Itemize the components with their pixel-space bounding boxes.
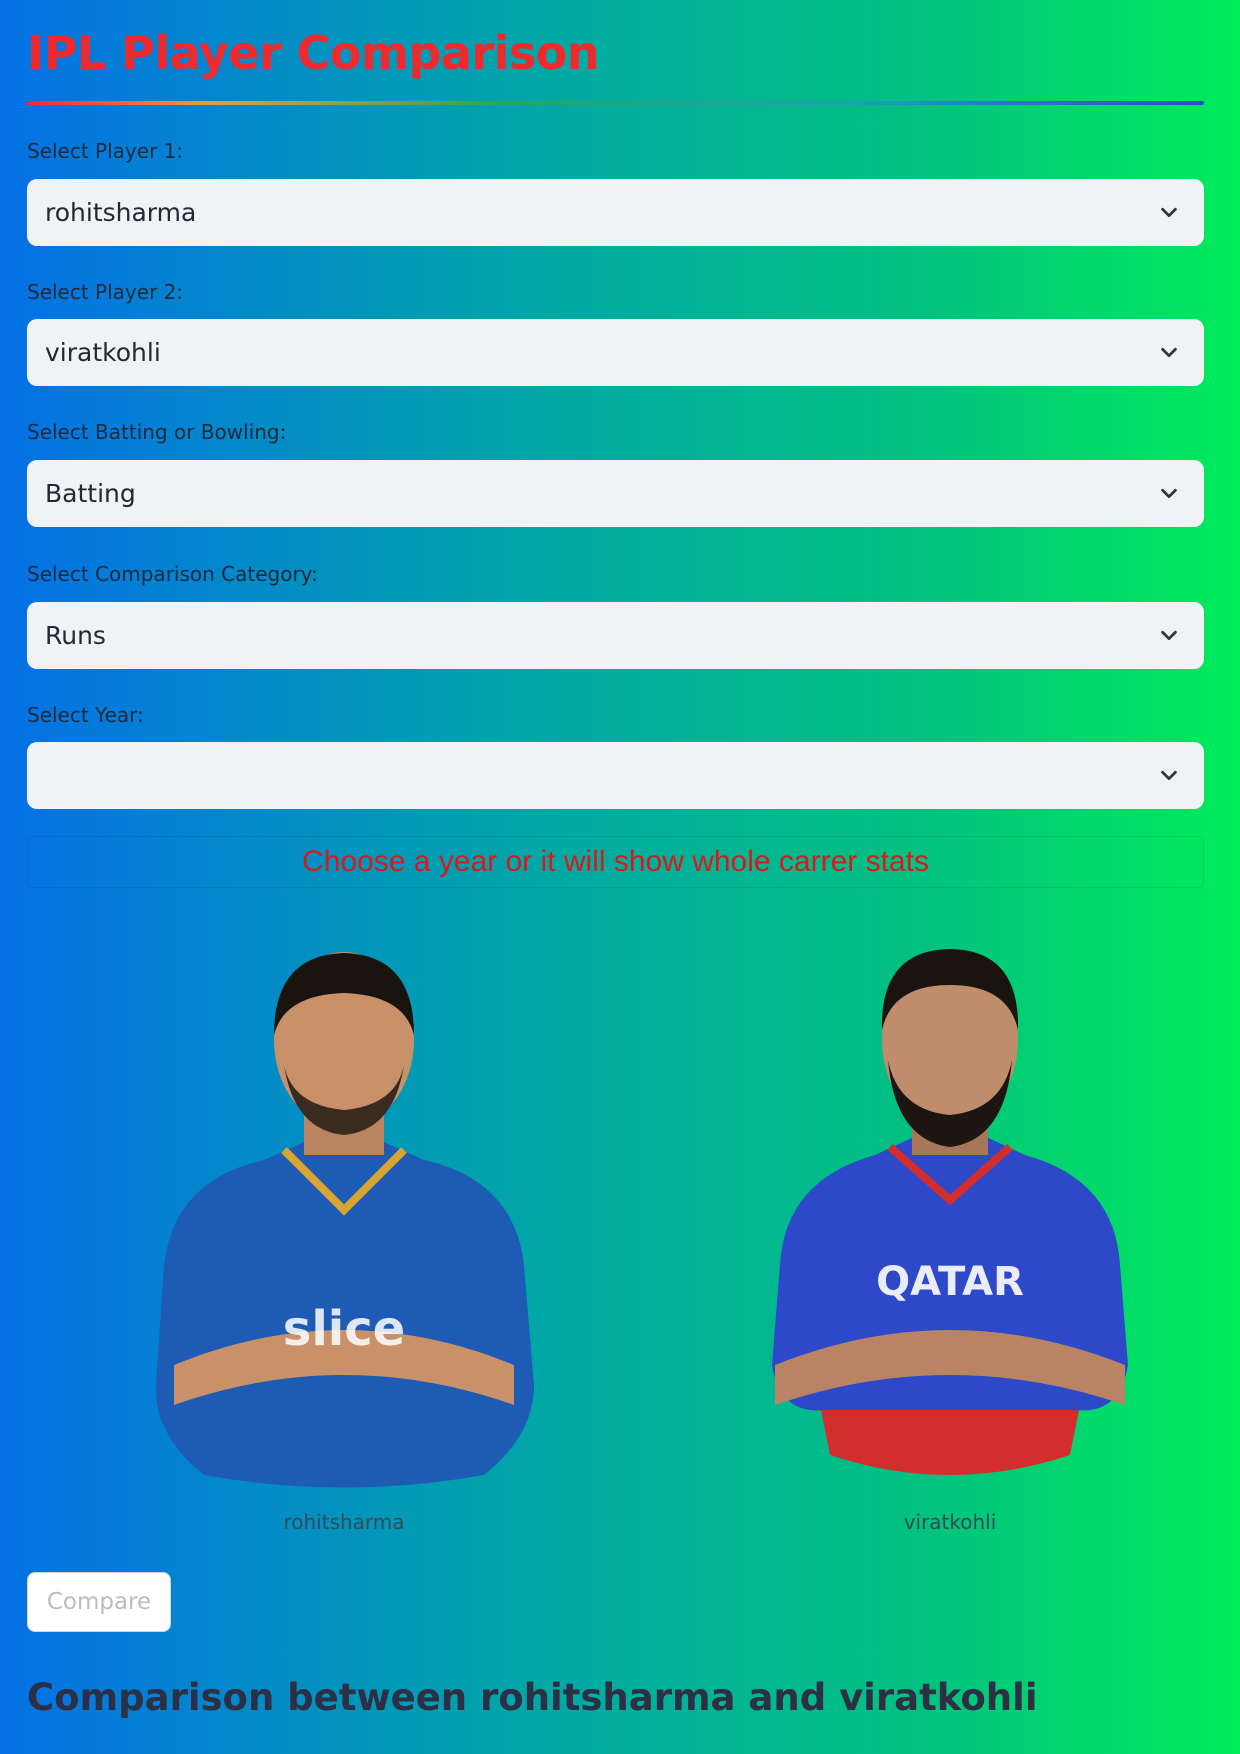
category-select[interactable]: Runs [27,602,1204,669]
player2-label: Select Player 2: [27,280,184,304]
player1-photo: slice [155,952,534,1488]
svg-text:slice: slice [283,1301,405,1357]
player1-caption: rohitsharma [283,1510,405,1534]
player2-value: viratkohli [45,338,161,367]
results-heading: Comparison between rohitsharma and virat… [27,1676,1038,1719]
chevron-down-icon [1161,770,1177,781]
mode-select[interactable]: Batting [27,460,1204,527]
player2-caption: viratkohli [903,1510,997,1534]
compare-button[interactable]: Compare [27,1572,171,1632]
svg-text:QATAR: QATAR [876,1259,1024,1305]
category-label: Select Comparison Category: [27,562,318,586]
chevron-down-icon [1161,630,1177,641]
year-notice: Choose a year or it will show whole carr… [27,836,1204,888]
chevron-down-icon [1161,488,1177,499]
year-label: Select Year: [27,703,144,727]
mode-label: Select Batting or Bowling: [27,420,287,444]
player2-photo: QATAR [772,949,1128,1475]
player1-value: rohitsharma [45,198,197,227]
year-select[interactable] [27,742,1204,809]
category-value: Runs [45,621,106,650]
player2-card: QATAR [740,935,1160,1495]
player1-card: slice [134,935,554,1495]
page-title: IPL Player Comparison [27,26,600,80]
player1-select[interactable]: rohitsharma [27,179,1204,246]
player1-label: Select Player 1: [27,139,184,163]
mode-value: Batting [45,479,136,508]
chevron-down-icon [1161,207,1177,218]
title-divider [27,101,1204,105]
player2-select[interactable]: viratkohli [27,319,1204,386]
chevron-down-icon [1161,347,1177,358]
